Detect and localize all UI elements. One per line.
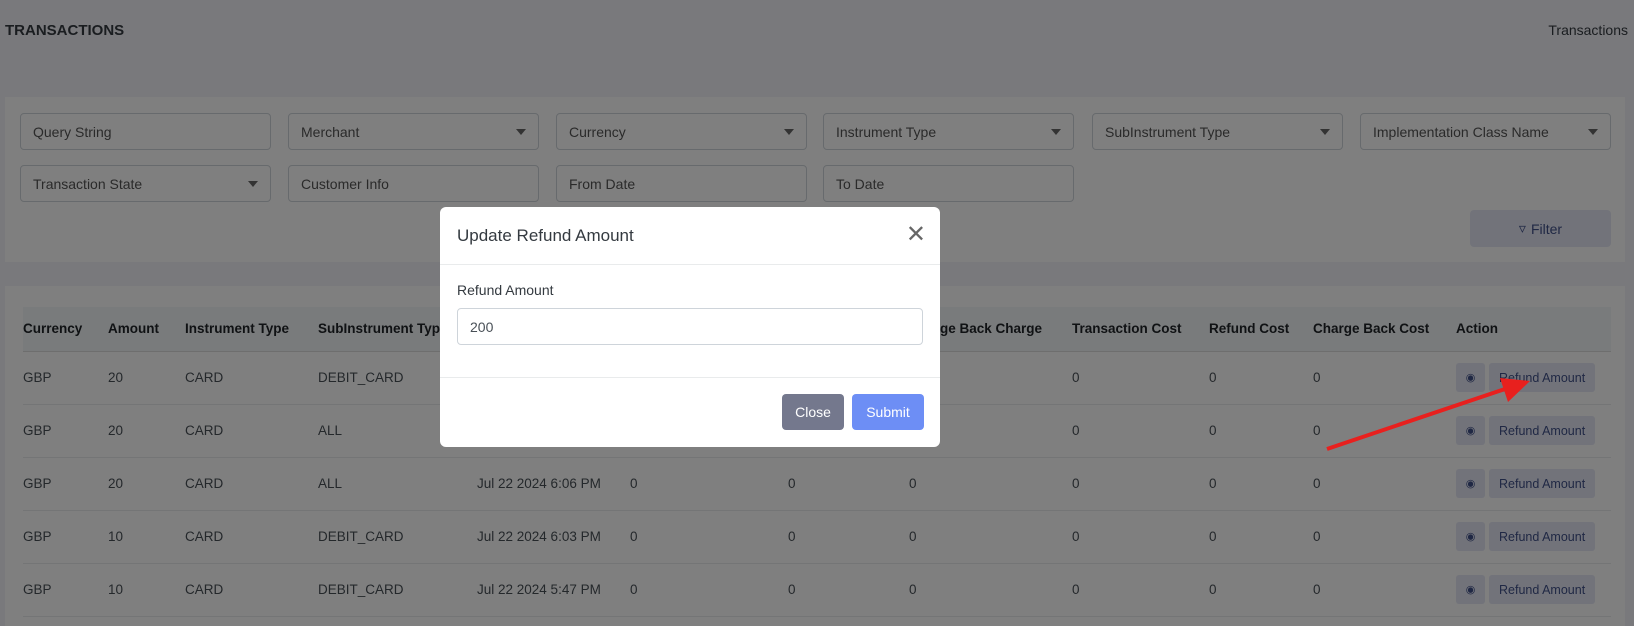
arrow-head [1500,378,1530,402]
annotation-arrow [1326,378,1530,451]
arrow-shaft [1326,387,1506,451]
